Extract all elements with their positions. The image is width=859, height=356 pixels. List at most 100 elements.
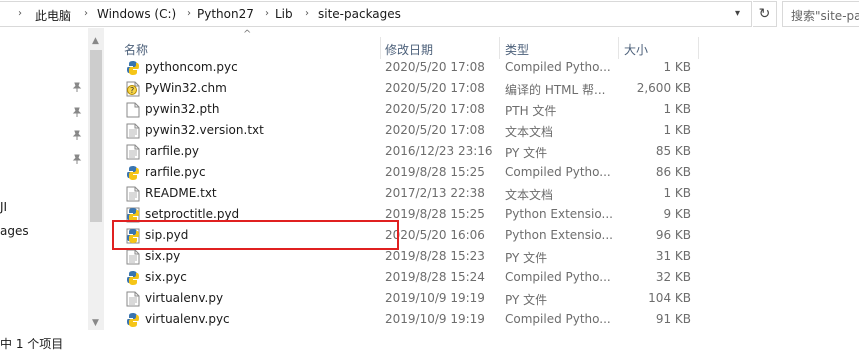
address-bar-row: › 此电脑 › Windows (C:) › Python27 › Lib › … (0, 0, 859, 28)
breadcrumb-python27[interactable]: Python27 (197, 7, 254, 21)
chevron-right-icon[interactable]: › (187, 8, 191, 19)
file-row[interactable]: virtualenv.pyc 2019/10/9 19:19 Compiled Py… (112, 309, 699, 330)
file-size: 2,600 KB (636, 81, 691, 95)
chevron-right-icon[interactable]: › (265, 8, 269, 19)
breadcrumb-lib[interactable]: Lib (275, 7, 293, 21)
file-modified-date: 2019/8/28 15:25 (385, 165, 485, 179)
help-file-icon: ? (126, 81, 140, 97)
column-divider[interactable] (499, 37, 500, 59)
file-name[interactable]: setproctitle.pyd (145, 207, 239, 221)
chevron-right-icon[interactable]: › (305, 8, 309, 19)
file-type: 编译的 HTML 帮... (505, 83, 606, 97)
file-size: 1 KB (663, 102, 691, 116)
file-name[interactable]: six.pyc (145, 270, 187, 284)
column-divider[interactable] (380, 37, 381, 59)
file-type: PTH 文件 (505, 104, 557, 118)
file-type: Python Extensio... (505, 228, 613, 242)
file-name[interactable]: pythoncom.pyc (145, 60, 238, 74)
file-modified-date: 2020/5/20 17:08 (385, 102, 485, 116)
breadcrumb-windows-c[interactable]: Windows (C:) (97, 7, 176, 21)
file-type: 文本文档 (505, 188, 554, 202)
pin-icon[interactable] (72, 154, 82, 164)
file-name[interactable]: README.txt (145, 186, 217, 200)
scrollbar-thumb[interactable] (90, 50, 102, 222)
nav-scrollbar[interactable]: ▲ ▼ (88, 28, 104, 330)
file-size: 1 KB (663, 60, 691, 74)
file-type: PY 文件 (505, 146, 548, 160)
pin-icon[interactable] (72, 107, 82, 117)
breadcrumb-this-pc[interactable]: 此电脑 (35, 7, 71, 24)
file-type: PY 文件 (505, 251, 548, 265)
status-bar: 中 1 个项目 (0, 330, 859, 356)
text-file-icon (126, 186, 140, 202)
file-row[interactable]: virtualenv.py 2019/10/9 19:19 PY 文件 104 KB (112, 288, 699, 309)
file-row[interactable]: rarfile.py 2016/12/23 23:16 PY 文件 85 KB (112, 141, 699, 162)
search-input[interactable]: 搜索"site-pa (782, 1, 859, 27)
file-modified-date: 2017/2/13 22:38 (385, 186, 485, 200)
status-text: 中 1 个项目 (0, 337, 64, 351)
file-type: Compiled Pytho... (505, 165, 611, 179)
file-size: 1 KB (663, 186, 691, 200)
python-compiled-icon (126, 312, 140, 328)
file-row[interactable]: ? PyWin32.chm 2020/5/20 17:08 编译的 HTML 帮...… (112, 78, 699, 99)
sort-ascending-icon: ^ (243, 29, 252, 40)
text-file-icon (126, 123, 140, 139)
file-size: 31 KB (655, 249, 691, 263)
file-type: Python Extensio... (505, 207, 613, 221)
file-type: Compiled Pytho... (505, 60, 611, 74)
chevron-right-icon[interactable]: › (18, 8, 22, 19)
file-size: 1 KB (663, 123, 691, 137)
file-type: Compiled Pytho... (505, 312, 611, 326)
highlight-box (112, 220, 399, 250)
file-modified-date: 2019/8/28 15:23 (385, 249, 485, 263)
file-name[interactable]: rarfile.pyc (145, 165, 206, 179)
navigation-pane: JI ages (0, 28, 88, 330)
nav-item-label[interactable]: JI (0, 200, 7, 214)
file-row[interactable]: six.pyc 2019/8/28 15:24 Compiled Pytho... 3… (112, 267, 699, 288)
address-bar[interactable]: › 此电脑 › Windows (C:) › Python27 › Lib › … (0, 1, 752, 27)
file-row[interactable]: rarfile.pyc 2019/8/28 15:25 Compiled Pytho… (112, 162, 699, 183)
file-type: Compiled Pytho... (505, 270, 611, 284)
refresh-icon[interactable]: ↻ (753, 1, 777, 27)
file-modified-date: 2020/5/20 17:08 (385, 123, 485, 137)
column-divider[interactable] (698, 37, 699, 59)
file-size: 91 KB (655, 312, 691, 326)
text-file-icon (126, 249, 140, 265)
file-name[interactable]: pywin32.pth (145, 102, 219, 116)
file-size: 96 KB (655, 228, 691, 242)
text-file-icon (126, 291, 140, 307)
file-row[interactable]: pythoncom.pyc 2020/5/20 17:08 Compiled Pyt… (112, 57, 699, 78)
file-row[interactable]: pywin32.version.txt 2020/5/20 17:08 文本文档 1 … (112, 120, 699, 141)
file-modified-date: 2019/8/28 15:25 (385, 207, 485, 221)
python-compiled-icon (126, 270, 140, 286)
file-modified-date: 2019/10/9 19:19 (385, 312, 485, 326)
scroll-down-icon[interactable]: ▼ (92, 318, 99, 328)
file-name[interactable]: virtualenv.py (145, 291, 223, 305)
file-name[interactable]: PyWin32.chm (145, 81, 227, 95)
chevron-right-icon[interactable]: › (84, 8, 88, 19)
column-divider[interactable] (618, 37, 619, 59)
file-name[interactable]: rarfile.py (145, 144, 199, 158)
pin-icon[interactable] (72, 82, 82, 92)
file-name[interactable]: pywin32.version.txt (145, 123, 264, 137)
file-row[interactable]: README.txt 2017/2/13 22:38 文本文档 1 KB (112, 183, 699, 204)
file-size: 9 KB (663, 207, 691, 221)
file-name[interactable]: six.py (145, 249, 180, 263)
file-modified-date: 2020/5/20 17:08 (385, 81, 485, 95)
file-size: 85 KB (655, 144, 691, 158)
file-modified-date: 2020/5/20 17:08 (385, 60, 485, 74)
file-row[interactable]: pywin32.pth 2020/5/20 17:08 PTH 文件 1 KB (112, 99, 699, 120)
file-type: PY 文件 (505, 293, 548, 307)
file-name[interactable]: virtualenv.pyc (145, 312, 230, 326)
file-size: 32 KB (655, 270, 691, 284)
file-size: 86 KB (655, 165, 691, 179)
nav-item-label[interactable]: ages (0, 224, 29, 238)
scroll-up-icon[interactable]: ▲ (92, 36, 99, 46)
text-file-icon (126, 144, 140, 160)
file-modified-date: 2019/10/9 19:19 (385, 291, 485, 305)
file-modified-date: 2020/5/20 16:06 (385, 228, 485, 242)
breadcrumb-site-packages[interactable]: site-packages (318, 7, 401, 21)
pin-icon[interactable] (72, 130, 82, 140)
file-icon (126, 102, 140, 118)
chevron-down-icon[interactable]: ▾ (735, 8, 740, 19)
